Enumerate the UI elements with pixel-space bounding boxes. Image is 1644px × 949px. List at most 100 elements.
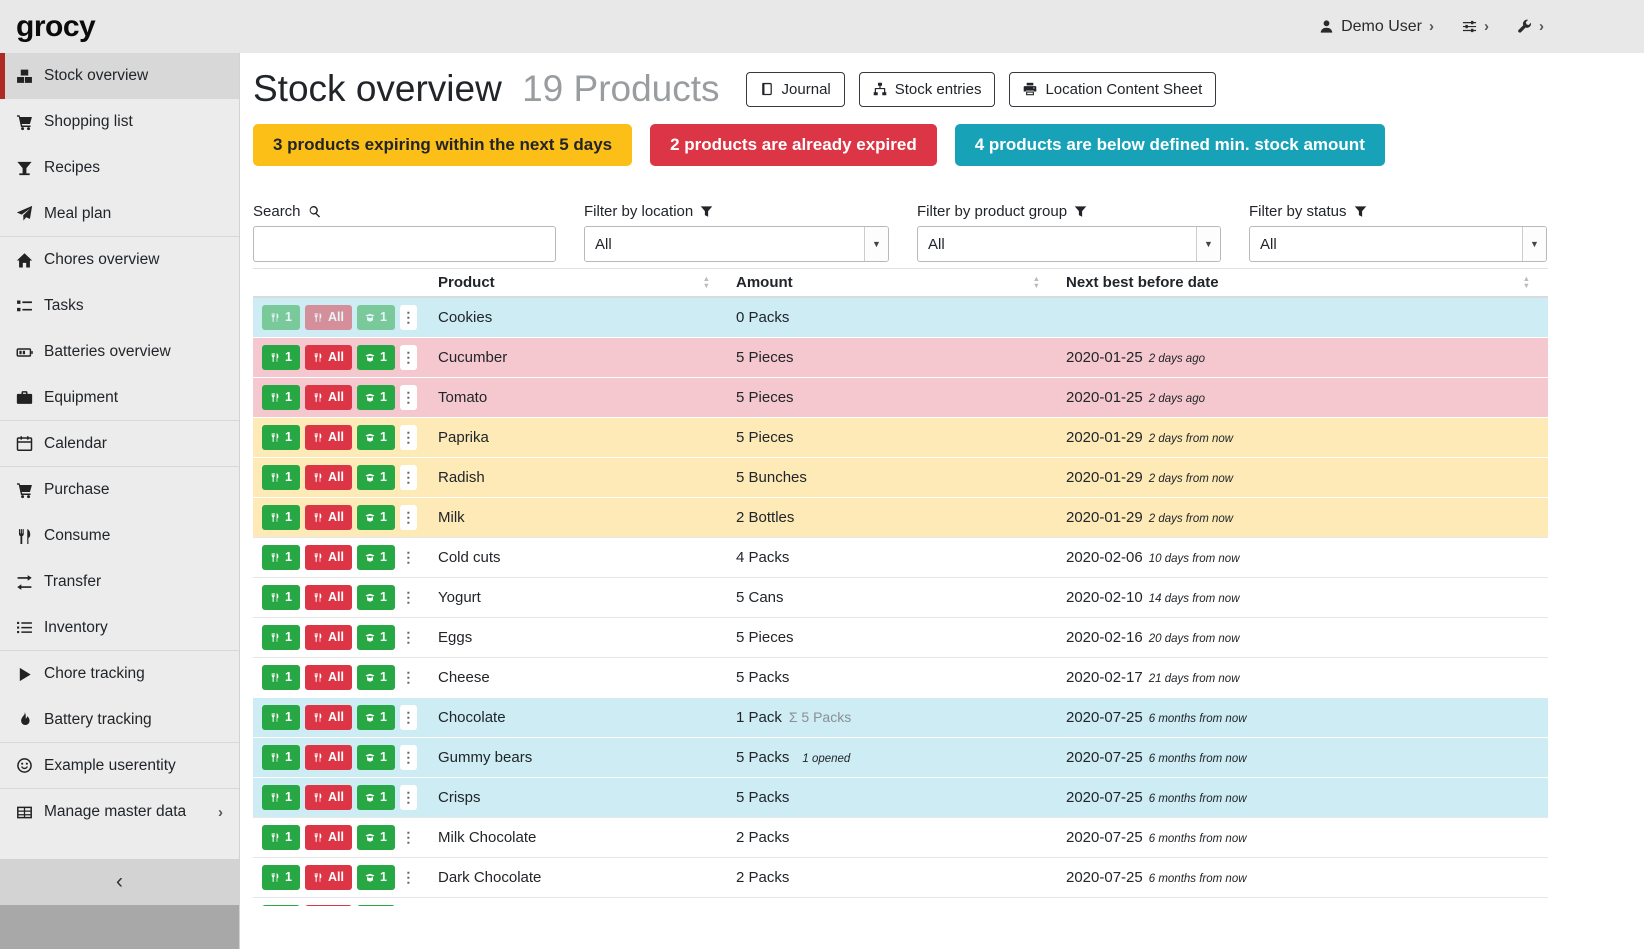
location-filter-select[interactable]: All ▼ (584, 226, 889, 262)
sidebar-item[interactable]: Stock overview (0, 53, 239, 99)
sidebar-item[interactable]: Battery tracking (0, 697, 239, 743)
open-one-button[interactable]: 1 (357, 385, 395, 410)
app-logo[interactable]: grocy (16, 10, 95, 44)
sidebar-item[interactable]: Example userentity (0, 743, 239, 789)
consume-one-button[interactable]: 1 (262, 305, 300, 330)
consume-one-button[interactable]: 1 (262, 665, 300, 690)
amount-column-header[interactable]: Amount ▲▼ (728, 269, 1058, 298)
consume-all-button[interactable]: All (305, 505, 352, 530)
sidebar-item[interactable]: Transfer (0, 559, 239, 605)
row-menu-button[interactable]: ⋮ (400, 865, 417, 890)
consume-all-button[interactable]: All (305, 625, 352, 650)
row-menu-button[interactable]: ⋮ (400, 305, 417, 330)
sidebar-item[interactable]: Tasks (0, 283, 239, 329)
consume-one-button[interactable]: 1 (262, 465, 300, 490)
row-menu-button[interactable]: ⋮ (400, 705, 417, 730)
stock-entries-button[interactable]: Stock entries (859, 72, 996, 107)
row-menu-button[interactable]: ⋮ (400, 785, 417, 810)
search-input[interactable] (253, 226, 556, 262)
consume-all-button[interactable]: All (305, 305, 352, 330)
consume-one-button[interactable]: 1 (262, 505, 300, 530)
consume-all-button[interactable]: All (305, 865, 352, 890)
sort-icon[interactable]: ▲▼ (1523, 276, 1530, 289)
sidebar-item[interactable]: Inventory (0, 605, 239, 651)
sidebar-item[interactable]: Chore tracking (0, 651, 239, 697)
row-menu-button[interactable]: ⋮ (400, 345, 417, 370)
admin-menu[interactable]: › (1517, 18, 1544, 35)
location-content-sheet-button[interactable]: Location Content Sheet (1009, 72, 1216, 107)
consume-all-button[interactable]: All (305, 825, 352, 850)
open-one-button[interactable]: 1 (357, 705, 395, 730)
consume-all-button[interactable]: All (305, 465, 352, 490)
alert-below-min-stock[interactable]: 4 products are below defined min. stock … (955, 124, 1385, 166)
sidebar-item[interactable]: Purchase (0, 467, 239, 513)
row-menu-button[interactable]: ⋮ (400, 905, 417, 906)
open-one-button[interactable]: 1 (357, 345, 395, 370)
open-one-button[interactable]: 1 (357, 665, 395, 690)
sidebar-item[interactable]: Calendar (0, 421, 239, 467)
sidebar-item[interactable]: Manage master data › (0, 789, 239, 835)
consume-one-button[interactable]: 1 (262, 745, 300, 770)
journal-button[interactable]: Journal (746, 72, 845, 107)
row-menu-button[interactable]: ⋮ (400, 665, 417, 690)
open-one-button[interactable]: 1 (357, 545, 395, 570)
alert-expiring[interactable]: 3 products expiring within the next 5 da… (253, 124, 632, 166)
settings-menu[interactable]: › (1462, 18, 1489, 35)
consume-all-button[interactable]: All (305, 665, 352, 690)
consume-one-button[interactable]: 1 (262, 545, 300, 570)
consume-all-button[interactable]: All (305, 385, 352, 410)
consume-all-button[interactable]: All (305, 545, 352, 570)
consume-one-button[interactable]: 1 (262, 625, 300, 650)
open-one-button[interactable]: 1 (357, 785, 395, 810)
row-menu-button[interactable]: ⋮ (400, 745, 417, 770)
consume-all-button[interactable]: All (305, 905, 352, 906)
product-column-header[interactable]: Product ▲▼ (430, 269, 728, 298)
open-one-button[interactable]: 1 (357, 425, 395, 450)
consume-one-button[interactable]: 1 (262, 705, 300, 730)
open-one-button[interactable]: 1 (357, 505, 395, 530)
sidebar-item[interactable]: Batteries overview (0, 329, 239, 375)
sort-icon[interactable]: ▲▼ (1033, 276, 1040, 289)
row-menu-button[interactable]: ⋮ (400, 545, 417, 570)
row-menu-button[interactable]: ⋮ (400, 625, 417, 650)
row-menu-button[interactable]: ⋮ (400, 425, 417, 450)
row-menu-button[interactable]: ⋮ (400, 825, 417, 850)
consume-one-button[interactable]: 1 (262, 385, 300, 410)
consume-all-button[interactable]: All (305, 745, 352, 770)
sidebar-item[interactable]: Chores overview (0, 237, 239, 283)
open-one-button[interactable]: 1 (357, 305, 395, 330)
open-one-button[interactable]: 1 (357, 465, 395, 490)
consume-all-button[interactable]: All (305, 785, 352, 810)
sort-icon[interactable]: ▲▼ (703, 276, 710, 289)
sidebar-item[interactable]: Shopping list (0, 99, 239, 145)
open-one-button[interactable]: 1 (357, 585, 395, 610)
sidebar-item[interactable]: Consume (0, 513, 239, 559)
user-menu[interactable]: Demo User › (1319, 18, 1434, 36)
open-one-button[interactable]: 1 (357, 825, 395, 850)
row-menu-button[interactable]: ⋮ (400, 585, 417, 610)
sidebar-collapse-button[interactable]: ‹ (0, 859, 239, 905)
open-one-button[interactable]: 1 (357, 625, 395, 650)
consume-all-button[interactable]: All (305, 585, 352, 610)
product-group-filter-select[interactable]: All ▼ (917, 226, 1221, 262)
row-menu-button[interactable]: ⋮ (400, 505, 417, 530)
status-filter-select[interactable]: All ▼ (1249, 226, 1547, 262)
consume-all-button[interactable]: All (305, 705, 352, 730)
sidebar-item[interactable]: Meal plan (0, 191, 239, 237)
consume-one-button[interactable]: 1 (262, 785, 300, 810)
consume-one-button[interactable]: 1 (262, 905, 300, 906)
row-menu-button[interactable]: ⋮ (400, 465, 417, 490)
best-before-column-header[interactable]: Next best before date ▲▼ (1058, 269, 1548, 298)
consume-one-button[interactable]: 1 (262, 585, 300, 610)
row-menu-button[interactable]: ⋮ (400, 385, 417, 410)
sidebar-item[interactable]: Equipment (0, 375, 239, 421)
alert-expired[interactable]: 2 products are already expired (650, 124, 937, 166)
consume-one-button[interactable]: 1 (262, 865, 300, 890)
consume-all-button[interactable]: All (305, 425, 352, 450)
open-one-button[interactable]: 1 (357, 745, 395, 770)
open-one-button[interactable]: 1 (357, 865, 395, 890)
consume-one-button[interactable]: 1 (262, 425, 300, 450)
open-one-button[interactable]: 1 (357, 905, 395, 906)
consume-all-button[interactable]: All (305, 345, 352, 370)
consume-one-button[interactable]: 1 (262, 825, 300, 850)
